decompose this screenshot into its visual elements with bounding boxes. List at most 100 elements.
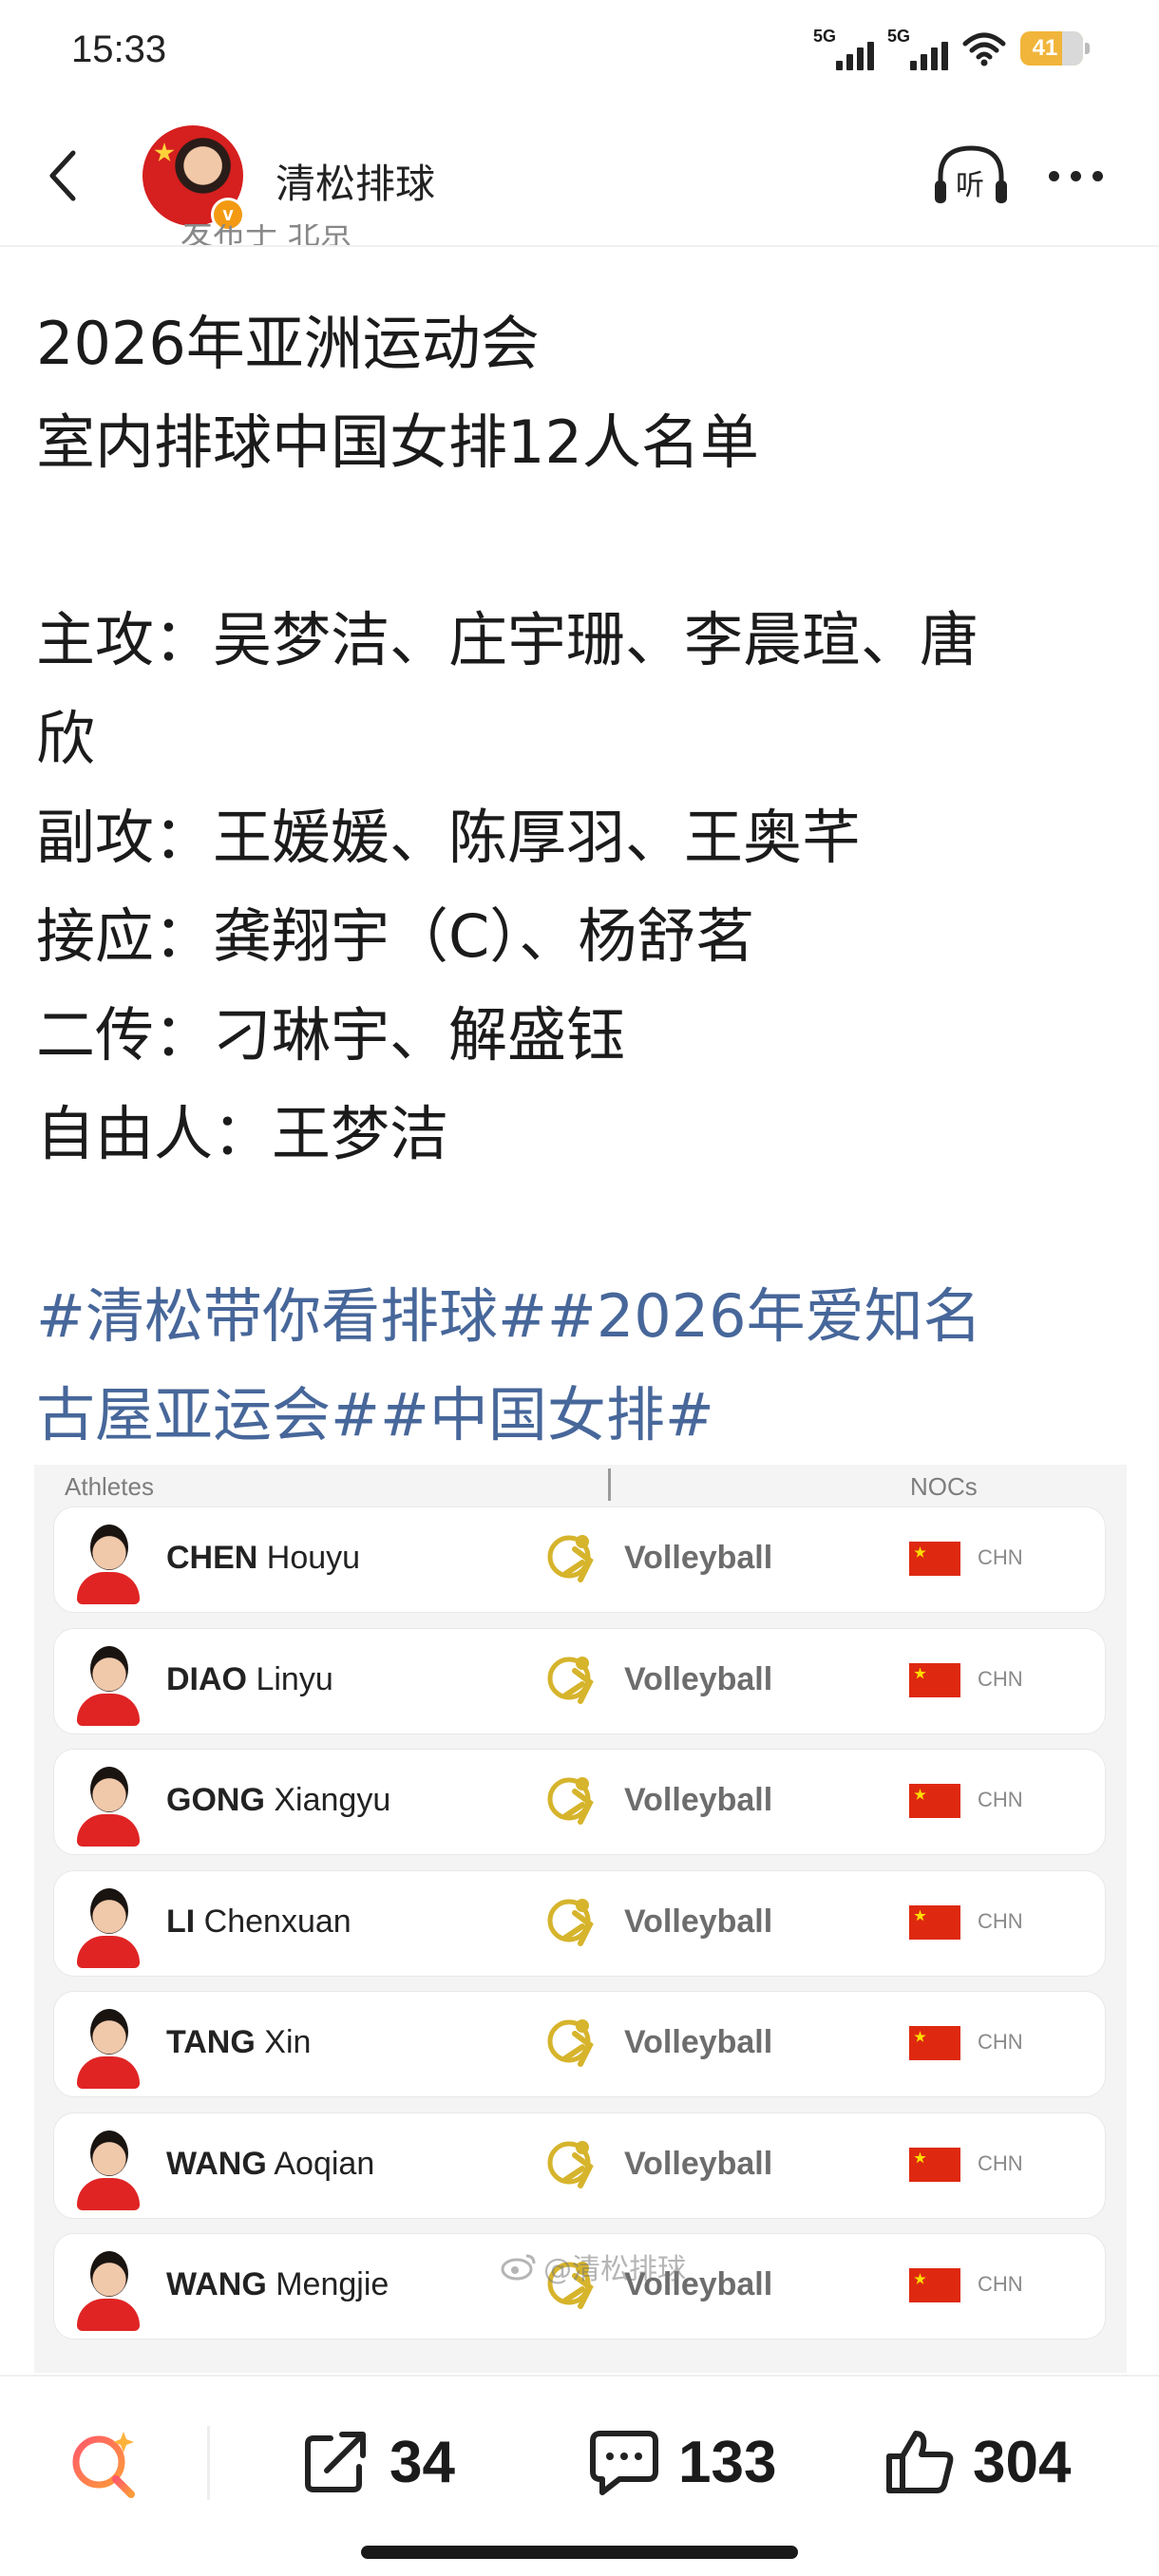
network-type-label: 5G <box>813 27 837 46</box>
china-flag-icon <box>909 1542 960 1576</box>
cellular-signal-icon: 5G <box>813 27 874 70</box>
comment-count: 133 <box>678 2429 777 2495</box>
athlete-name: WANG Mengjie <box>166 2266 389 2303</box>
post-line: 2026年亚洲运动会 <box>36 309 540 378</box>
weibo-logo-icon <box>501 2254 536 2281</box>
status-icons: 5G 5G 41 <box>813 25 1090 72</box>
athlete-surname: TANG <box>166 2024 256 2060</box>
thumbs-up-icon <box>886 2431 954 2493</box>
sport-label: Volleyball <box>624 2145 773 2182</box>
athlete-row[interactable]: LI Chenxuan Volleyball CHN <box>53 1869 1106 1977</box>
like-count: 304 <box>973 2429 1072 2495</box>
athlete-photo <box>75 1765 142 1847</box>
share-count: 34 <box>390 2429 455 2495</box>
status-bar: 15:33 5G 5G 41 <box>0 0 1159 104</box>
hashtag-line[interactable]: #清松带你看排球##2026年爱知名 <box>36 1267 1138 1366</box>
status-time: 15:33 <box>71 28 167 70</box>
roster-image[interactable]: Athletes NOCs CHEN Houyu Volleyball CHN DIA… <box>34 1465 1127 2373</box>
share-icon <box>305 2432 366 2492</box>
post-line: 自由人：王梦洁 <box>36 1099 449 1168</box>
volleyball-pictogram-icon <box>547 2019 594 2067</box>
athlete-name: TANG Xin <box>166 2024 311 2061</box>
athlete-row[interactable]: DIAO Linyu Volleyball CHN <box>53 1627 1106 1734</box>
post-header: v 清松排球 听 <box>0 104 1159 247</box>
listen-button[interactable]: 听 <box>931 142 1011 209</box>
athlete-surname: WANG <box>166 2266 267 2302</box>
post-line: 二传：刁琳宇、解盛钰 <box>36 1000 626 1070</box>
athlete-row[interactable]: GONG Xiangyu Volleyball CHN <box>53 1749 1106 1855</box>
athlete-given-name: Mengjie <box>276 2266 390 2302</box>
athlete-row[interactable]: TANG Xin Volleyball CHN <box>53 1991 1106 2097</box>
post-line: 欣 <box>36 704 96 773</box>
ai-search-button[interactable] <box>65 2422 144 2502</box>
athlete-given-name: Aoqian <box>274 2145 375 2182</box>
athlete-photo <box>75 2007 142 2089</box>
athlete-row[interactable]: CHEN Houyu Volleyball CHN <box>53 1506 1106 1613</box>
volleyball-pictogram-icon <box>547 1535 594 1582</box>
athlete-name: GONG Xiangyu <box>166 1782 390 1819</box>
athlete-photo <box>75 1886 142 1968</box>
china-flag-icon <box>909 1784 960 1818</box>
sport-label: Volleyball <box>624 1782 773 1818</box>
cellular-signal-icon: 5G <box>887 27 948 70</box>
athlete-name: WANG Aoqian <box>166 2146 374 2183</box>
volleyball-pictogram-icon <box>547 2140 594 2188</box>
athlete-name: DIAO Linyu <box>166 1661 333 1698</box>
like-button[interactable]: 304 <box>884 2426 1071 2498</box>
noc-code: CHN <box>978 1666 1023 1691</box>
athlete-surname: CHEN <box>166 1540 258 1576</box>
battery-level: 41 <box>1032 35 1058 61</box>
comment-icon <box>590 2431 658 2495</box>
back-button[interactable] <box>34 142 91 209</box>
hashtag-links[interactable]: #清松带你看排球##2026年爱知名 古屋亚运会##中国女排# <box>36 1267 1138 1465</box>
china-flag-icon <box>909 2268 960 2302</box>
home-indicator[interactable] <box>361 2546 798 2559</box>
athlete-photo <box>75 2129 142 2210</box>
athlete-surname: LI <box>166 1903 196 1940</box>
watermark: @清松排球 <box>500 2245 686 2287</box>
share-button[interactable]: 34 <box>302 2426 455 2498</box>
hashtag-line[interactable]: 古屋亚运会##中国女排# <box>36 1366 1138 1465</box>
volleyball-pictogram-icon <box>547 1656 594 1704</box>
china-flag-icon <box>909 1662 960 1697</box>
athlete-given-name: Xiangyu <box>274 1782 391 1818</box>
athlete-given-name: Houyu <box>266 1540 361 1576</box>
listen-label: 听 <box>956 169 984 202</box>
athlete-row[interactable]: WANG Aoqian Volleyball CHN <box>53 2112 1106 2219</box>
sport-label: Volleyball <box>624 2024 773 2060</box>
athlete-surname: GONG <box>166 1782 265 1818</box>
athlete-surname: DIAO <box>166 1660 247 1697</box>
volleyball-pictogram-icon <box>547 1777 594 1825</box>
athlete-photo <box>75 2249 142 2331</box>
sport-label: Volleyball <box>624 1903 773 1940</box>
china-flag-icon <box>909 1904 960 1940</box>
athlete-name: LI Chenxuan <box>166 1904 352 1941</box>
athlete-photo <box>75 1523 142 1604</box>
athlete-given-name: Chenxuan <box>203 1903 352 1940</box>
post-line: 接应：龚翔宇（C）、杨舒茗 <box>36 901 755 971</box>
battery-icon: 41 <box>1020 31 1090 66</box>
more-options-button[interactable] <box>1049 161 1115 190</box>
volleyball-pictogram-icon <box>547 1898 594 1946</box>
nocs-column-header: NOCs <box>910 1472 978 1501</box>
noc-code: CHN <box>978 1908 1023 1933</box>
athlete-photo <box>75 1644 142 1726</box>
post-text: 2026年亚洲运动会 室内排球中国女排12人名单 主攻：吴梦洁、庄宇珊、李晨瑄、… <box>36 294 1138 1184</box>
author-name[interactable]: 清松排球 <box>276 152 435 210</box>
post-meta: 发布于 北京 <box>180 224 352 247</box>
chevron-left-icon <box>49 150 76 201</box>
sport-label: Volleyball <box>624 1660 773 1697</box>
more-dots-icon <box>1049 170 1059 181</box>
comment-button[interactable]: 133 <box>587 2426 776 2498</box>
noc-code: CHN <box>978 1545 1023 1569</box>
athlete-given-name: Linyu <box>256 1660 333 1697</box>
post-line: 室内排球中国女排12人名单 <box>36 407 759 477</box>
ai-search-icon <box>72 2432 135 2498</box>
noc-code: CHN <box>978 1788 1023 1811</box>
noc-code: CHN <box>978 2150 1023 2175</box>
header-divider <box>0 245 1159 247</box>
sport-label: Volleyball <box>624 1540 773 1576</box>
athlete-given-name: Xin <box>264 2024 312 2060</box>
china-flag-icon <box>909 2147 960 2182</box>
athlete-surname: WANG <box>166 2145 267 2182</box>
